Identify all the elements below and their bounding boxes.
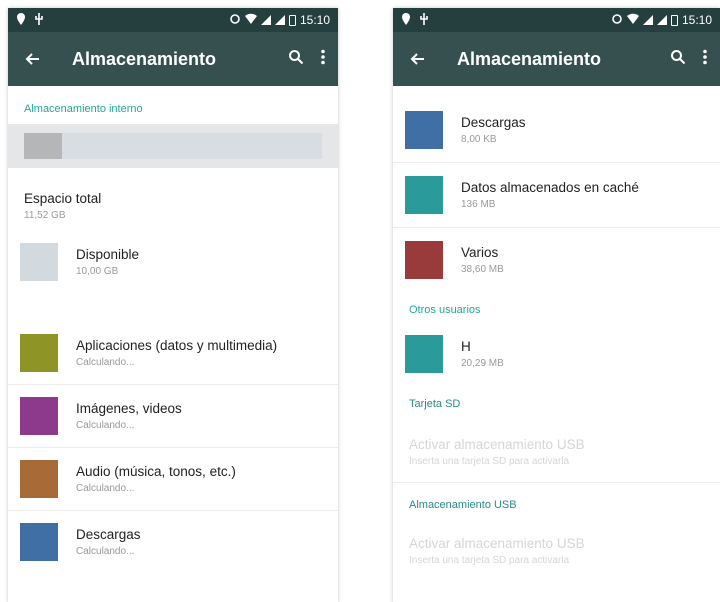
status-time: 15:10 xyxy=(681,13,712,27)
left-phone-screen: 15:10 Almacenamiento Almacenamiento inte… xyxy=(8,8,338,602)
usb-icon xyxy=(419,12,429,28)
total-space-label: Espacio total xyxy=(24,191,102,206)
storage-item-apps[interactable]: Aplicaciones (datos y multimedia) Calcul… xyxy=(8,322,338,384)
item-value: 20,29 MB xyxy=(461,358,504,369)
available-item[interactable]: Disponible 10,00 GB xyxy=(8,234,338,290)
available-color-swatch xyxy=(20,243,58,281)
item-value: Calculando... xyxy=(76,483,135,494)
location-icon xyxy=(16,12,26,28)
signal-icon xyxy=(260,15,271,25)
item-value: Calculando... xyxy=(76,420,135,431)
section-sd-card: Tarjeta SD xyxy=(409,398,461,410)
item-value: Inserta una tarjeta SD para activarla xyxy=(409,555,570,566)
app-toolbar: Almacenamiento xyxy=(8,32,338,86)
back-arrow-icon[interactable] xyxy=(20,47,44,71)
misc-color-swatch xyxy=(405,241,443,279)
available-label: Disponible xyxy=(76,247,140,262)
section-internal-storage: Almacenamiento interno xyxy=(24,103,143,115)
user-item[interactable]: H 20,29 MB xyxy=(393,322,720,386)
free-storage-segment xyxy=(62,133,322,159)
apps-color-swatch xyxy=(20,334,58,372)
app-toolbar: Almacenamiento xyxy=(393,32,720,86)
item-label: Descargas xyxy=(461,115,526,130)
status-bar: 15:10 xyxy=(8,8,338,32)
right-phone-screen: 15:10 Almacenamiento Descargas 8,00 KB D… xyxy=(393,8,720,602)
overflow-menu-icon[interactable] xyxy=(702,49,708,70)
item-value: Calculando... xyxy=(76,357,135,368)
location-icon xyxy=(401,12,411,28)
sync-icon xyxy=(611,13,623,28)
section-usb-storage: Almacenamiento USB xyxy=(409,499,517,511)
storage-usage-bar xyxy=(8,124,338,168)
storage-item-downloads[interactable]: Descargas Calculando... xyxy=(8,511,338,573)
item-label: Varios xyxy=(461,245,499,260)
storage-item-misc[interactable]: Varios 38,60 MB xyxy=(393,228,720,292)
wifi-icon xyxy=(626,13,639,27)
available-value: 10,00 GB xyxy=(76,266,119,277)
used-storage-segment xyxy=(24,133,62,159)
total-space-value: 11,52 GB xyxy=(24,210,66,221)
item-label: H xyxy=(461,339,471,354)
storage-item-images[interactable]: Imágenes, videos Calculando... xyxy=(8,385,338,447)
overflow-menu-icon[interactable] xyxy=(320,49,326,70)
item-value: 38,60 MB xyxy=(461,264,504,275)
images-color-swatch xyxy=(20,397,58,435)
signal-icon xyxy=(656,15,667,25)
downloads-color-swatch xyxy=(20,523,58,561)
storage-item-downloads[interactable]: Descargas 8,00 KB xyxy=(393,98,720,162)
item-label: Datos almacenados en caché xyxy=(461,180,639,195)
item-label: Imágenes, videos xyxy=(76,401,182,416)
item-label: Aplicaciones (datos y multimedia) xyxy=(76,338,278,353)
battery-icon xyxy=(670,14,678,26)
total-space-item: Espacio total 11,52 GB xyxy=(8,178,338,234)
battery-icon xyxy=(288,14,296,26)
audio-color-swatch xyxy=(20,460,58,498)
back-arrow-icon[interactable] xyxy=(405,47,429,71)
item-label: Activar almacenamiento USB xyxy=(409,437,585,452)
item-label: Audio (música, tonos, etc.) xyxy=(76,464,236,479)
item-value: 8,00 KB xyxy=(461,134,497,145)
search-icon[interactable] xyxy=(288,49,304,70)
wifi-icon xyxy=(244,13,257,27)
section-other-users: Otros usuarios xyxy=(409,304,481,316)
page-title: Almacenamiento xyxy=(457,48,602,69)
storage-item-audio[interactable]: Audio (música, tonos, etc.) Calculando..… xyxy=(8,448,338,510)
sync-icon xyxy=(229,13,241,28)
status-time: 15:10 xyxy=(299,13,330,27)
user-color-swatch xyxy=(405,335,443,373)
storage-item-cache[interactable]: Datos almacenados en caché 136 MB xyxy=(393,163,720,227)
cache-color-swatch xyxy=(405,176,443,214)
usb-activate-item: Activar almacenamiento USB Inserta una t… xyxy=(393,523,720,579)
sd-activate-item: Activar almacenamiento USB Inserta una t… xyxy=(393,422,720,482)
status-bar: 15:10 xyxy=(393,8,720,32)
signal-icon xyxy=(274,15,285,25)
page-title: Almacenamiento xyxy=(72,48,217,69)
signal-icon xyxy=(642,15,653,25)
search-icon[interactable] xyxy=(670,49,686,70)
item-label: Activar almacenamiento USB xyxy=(409,536,585,551)
item-value: 136 MB xyxy=(461,199,496,210)
item-label: Descargas xyxy=(76,527,141,542)
downloads-color-swatch xyxy=(405,111,443,149)
item-value: Inserta una tarjeta SD para activarla xyxy=(409,456,570,467)
item-value: Calculando... xyxy=(76,546,135,557)
usb-icon xyxy=(34,12,44,28)
